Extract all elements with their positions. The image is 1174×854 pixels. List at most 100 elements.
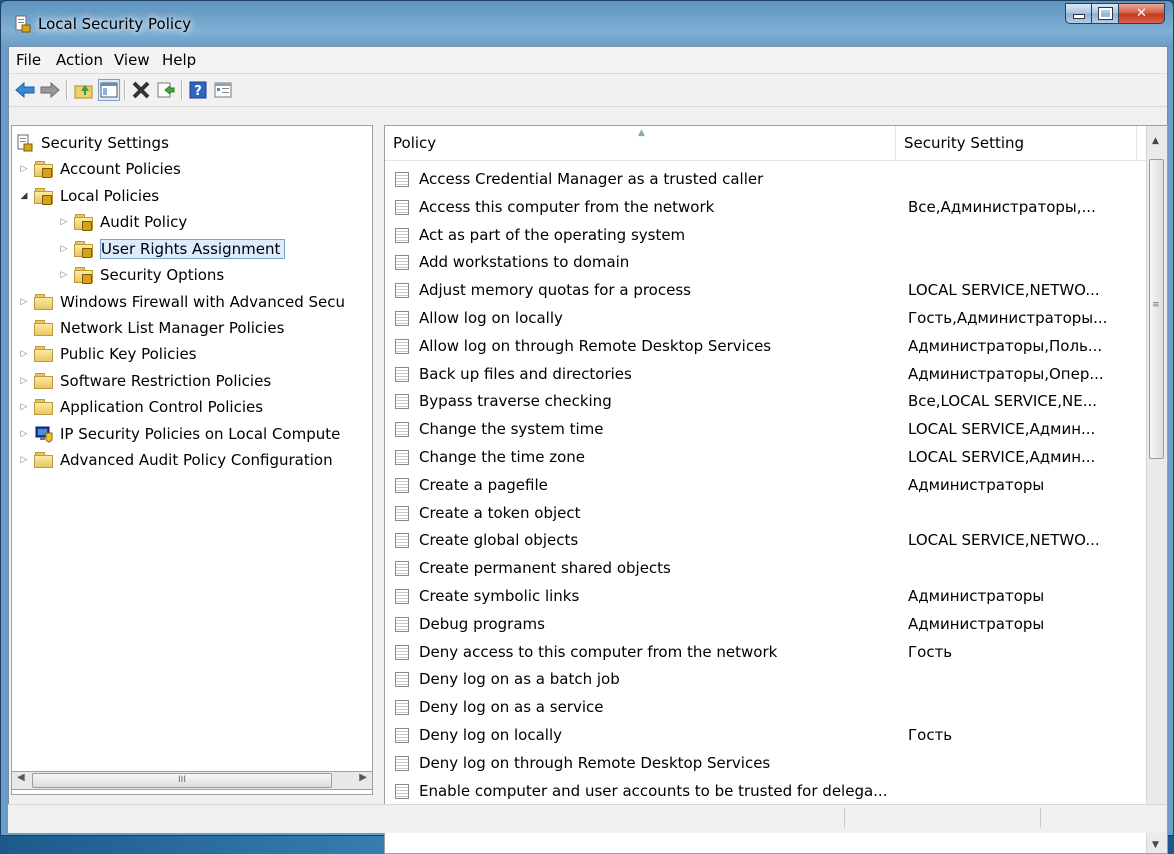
table-row[interactable]: Add workstations to domain (385, 249, 1147, 277)
folder-icon (34, 294, 54, 310)
tree-item-security-options[interactable]: ▷ Security Options (58, 263, 224, 287)
close-button[interactable]: ✕ (1119, 3, 1165, 24)
tree-item-audit-policy[interactable]: ▷ Audit Policy (58, 210, 187, 234)
table-row[interactable]: Bypass traverse checking Все,LOCAL SERVIC… (385, 388, 1147, 416)
table-row[interactable]: Deny log on as a service (385, 694, 1147, 722)
title-bar[interactable]: Local Security Policy ✕ (1, 1, 1173, 46)
help-button[interactable]: ? (187, 79, 209, 101)
tree-label: Local Policies (60, 187, 160, 205)
policy-item-icon (395, 755, 409, 771)
scroll-left-icon[interactable]: ◀ (17, 772, 25, 783)
expand-arrow-icon[interactable]: ▷ (58, 217, 70, 227)
policy-item-icon (395, 783, 409, 799)
status-segment (844, 808, 845, 828)
table-row[interactable]: Change the system time LOCAL SERVICE,Адми… (385, 416, 1147, 444)
table-row[interactable]: Access Credential Manager as a trusted c… (385, 166, 1147, 194)
menu-file[interactable]: File (16, 51, 41, 69)
scroll-down-icon[interactable]: ▼ (1152, 840, 1159, 850)
export-list-button[interactable] (155, 79, 177, 101)
expand-arrow-icon[interactable]: ▷ (58, 244, 70, 254)
minimize-button[interactable] (1065, 3, 1092, 24)
scroll-right-icon[interactable]: ▶ (359, 772, 367, 783)
expand-arrow-icon[interactable]: ▷ (18, 164, 30, 174)
table-row[interactable]: Create permanent shared objects (385, 555, 1147, 583)
table-row[interactable]: Deny log on through Remote Desktop Servi… (385, 750, 1147, 778)
tree-item-advanced-audit[interactable]: ▷ Advanced Audit Policy Configuration (18, 448, 333, 472)
table-row[interactable]: Deny log on as a batch job (385, 666, 1147, 694)
expand-arrow-icon[interactable]: ▷ (58, 270, 70, 280)
locked-folder-icon (74, 241, 94, 258)
menu-view[interactable]: View (114, 51, 150, 69)
delete-button[interactable] (130, 79, 152, 101)
tree-label: Security Options (100, 266, 225, 284)
up-one-level-button[interactable] (73, 79, 95, 101)
back-icon (15, 82, 35, 98)
table-row[interactable]: Create a pagefile Администраторы (385, 472, 1147, 500)
table-row[interactable]: Create a token object (385, 500, 1147, 528)
tree-item-local-policies[interactable]: ◢ Local Policies (18, 184, 159, 208)
table-row[interactable]: Create symbolic links Администраторы (385, 583, 1147, 611)
list-vertical-scrollbar[interactable]: ▲ ≡ ▼ (1146, 126, 1167, 853)
tree-item-network-list-manager[interactable]: Network List Manager Policies (18, 316, 284, 340)
scroll-up-icon[interactable]: ▲ (1152, 136, 1159, 146)
table-row[interactable]: Enable computer and user accounts to be … (385, 778, 1147, 806)
tree-item-application-control[interactable]: ▷ Application Control Policies (18, 395, 264, 419)
column-divider[interactable] (1136, 126, 1137, 160)
expand-arrow-icon[interactable]: ▷ (18, 455, 30, 465)
table-row[interactable]: Access this computer from the network Все… (385, 194, 1147, 222)
toolbar-separator (124, 80, 126, 100)
policy-item-icon (395, 700, 409, 716)
security-setting-value: Все,LOCAL SERVICE,NE... (908, 392, 1098, 411)
policy-name: Create permanent shared objects (419, 559, 671, 578)
tree-label: Public Key Policies (60, 345, 197, 363)
properties-button[interactable] (212, 79, 234, 101)
security-setting-value: Администраторы (908, 587, 1045, 605)
expand-arrow-icon[interactable]: ▷ (18, 297, 30, 307)
table-row[interactable]: Deny log on locally Гость (385, 722, 1147, 750)
sort-ascending-icon: ▲ (638, 128, 645, 138)
policy-name: Create global objects (419, 531, 579, 550)
toolbar: ? (9, 74, 1167, 107)
collapse-arrow-icon[interactable]: ◢ (18, 191, 30, 201)
security-setting-value: Администраторы,Поль... (908, 336, 1103, 355)
table-row[interactable]: Debug programs Администраторы (385, 611, 1147, 639)
forward-button[interactable] (39, 79, 61, 101)
security-setting-value: LOCAL SERVICE,Админ... (908, 420, 1096, 439)
policy-name: Create a pagefile (419, 475, 548, 494)
expand-arrow-icon[interactable]: ▷ (18, 349, 30, 359)
back-button[interactable] (14, 79, 36, 101)
column-header-security-setting[interactable]: Security Setting (904, 126, 1024, 160)
tree-item-ip-security[interactable]: ▷ IP Security Policies on Local Compute (18, 422, 341, 446)
table-row[interactable]: Change the time zone LOCAL SERVICE,Админ.… (385, 444, 1147, 472)
tree-label: Network List Manager Policies (60, 319, 285, 337)
maximize-button[interactable] (1092, 3, 1119, 24)
table-row[interactable]: Adjust memory quotas for a process LOCAL … (385, 277, 1147, 305)
tree-item-account-policies[interactable]: ▷ Account Policies (18, 157, 181, 181)
table-row[interactable]: Allow log on through Remote Desktop Serv… (385, 333, 1147, 361)
tree-item-windows-firewall[interactable]: ▷ Windows Firewall with Advanced Secu (18, 290, 345, 314)
table-row[interactable]: Deny access to this computer from the ne… (385, 639, 1147, 667)
ip-security-icon (35, 426, 53, 443)
menu-action[interactable]: Action (56, 51, 103, 69)
table-row[interactable]: Allow log on locally Гость,Администраторы… (385, 305, 1147, 333)
expand-arrow-icon[interactable]: ▷ (18, 376, 30, 386)
vertical-scroll-thumb[interactable]: ≡ (1149, 159, 1164, 459)
tree-horizontal-scrollbar[interactable]: ◀ III ▶ (11, 771, 373, 790)
policy-name: Bypass traverse checking (419, 392, 612, 411)
expand-arrow-icon[interactable]: ▷ (18, 402, 30, 412)
menu-help[interactable]: Help (162, 51, 196, 69)
tree-item-public-key-policies[interactable]: ▷ Public Key Policies (18, 342, 197, 366)
tree-item-user-rights-assignment[interactable]: ▷ User Rights Assignment (58, 237, 286, 261)
policy-item-icon (395, 255, 409, 271)
policy-name: Create symbolic links (419, 587, 580, 605)
show-hide-tree-button[interactable] (98, 79, 120, 101)
column-header-policy[interactable]: Policy (393, 126, 436, 160)
table-row[interactable]: Create global objects LOCAL SERVICE,NETWO… (385, 527, 1147, 555)
horizontal-scroll-thumb[interactable]: III (32, 773, 332, 788)
tree-item-security-settings[interactable]: Security Settings (16, 131, 169, 155)
tree-item-software-restriction[interactable]: ▷ Software Restriction Policies (18, 369, 272, 393)
table-row[interactable]: Act as part of the operating system (385, 222, 1147, 250)
expand-arrow-icon[interactable]: ▷ (18, 429, 30, 439)
table-row[interactable]: Back up files and directories Администрат… (385, 361, 1147, 389)
column-divider[interactable] (895, 126, 896, 160)
